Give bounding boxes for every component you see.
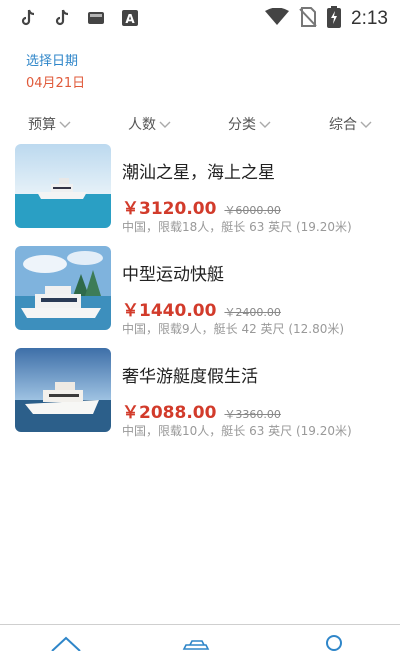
text-a-icon: A xyxy=(120,8,140,28)
tiktok-icon xyxy=(18,8,38,28)
filter-people[interactable]: 人数 xyxy=(128,114,171,134)
status-bar: A 2:13 xyxy=(0,0,400,36)
no-sim-icon xyxy=(299,7,317,31)
list-item[interactable]: 奢华游艇度假生活 ￥2088.00 ￥3360.00 中国，限载10人，艇长 6… xyxy=(0,346,400,438)
chevron-down-icon xyxy=(59,121,71,128)
bottom-nav xyxy=(0,624,400,651)
yacht-photo xyxy=(15,144,111,228)
listing-original-price: ￥3360.00 xyxy=(224,408,281,421)
listing-price: ￥1440.00 xyxy=(122,301,217,321)
filter-bar: 预算 人数 分类 综合 xyxy=(0,114,400,136)
nav-yacht[interactable] xyxy=(176,633,216,651)
clock: 2:13 xyxy=(351,8,388,29)
chevron-down-icon xyxy=(159,121,171,128)
listing-price: ￥2088.00 xyxy=(122,403,217,423)
battery-charging-icon xyxy=(327,6,342,32)
nav-home[interactable] xyxy=(46,633,86,651)
listing-meta: 中国，限载9人，艇长 42 英尺 (12.80米) xyxy=(122,322,345,336)
filter-label: 综合 xyxy=(329,117,357,133)
listing-meta: 中国，限载18人，艇长 63 英尺 (19.20米) xyxy=(122,220,352,234)
listing-price: ￥3120.00 xyxy=(122,199,217,219)
listing-title: 奢华游艇度假生活 xyxy=(122,367,258,387)
home-icon xyxy=(51,636,81,651)
yacht-icon xyxy=(182,640,210,650)
date-picker[interactable]: 选择日期 04月21日 xyxy=(26,50,85,91)
selected-date: 04月21日 xyxy=(26,76,86,91)
listing-original-price: ￥2400.00 xyxy=(224,306,281,319)
svg-text:A: A xyxy=(125,12,135,26)
listing-title: 潮汕之星，海上之星 xyxy=(122,163,275,183)
filter-label: 预算 xyxy=(28,117,56,133)
wifi-icon xyxy=(265,7,290,30)
filter-label: 分类 xyxy=(228,117,256,133)
listing-meta: 中国，限载10人，艇长 63 英尺 (19.20米) xyxy=(122,424,352,438)
nav-profile[interactable] xyxy=(314,633,354,651)
filter-budget[interactable]: 预算 xyxy=(28,114,71,134)
chevron-down-icon xyxy=(259,121,271,128)
filter-category[interactable]: 分类 xyxy=(228,114,271,134)
list-item[interactable]: 中型运动快艇 ￥1440.00 ￥2400.00 中国，限载9人，艇长 42 英… xyxy=(0,244,400,336)
yacht-photo xyxy=(15,348,111,432)
list-item[interactable]: 潮汕之星，海上之星 ￥3120.00 ￥6000.00 中国，限载18人，艇长 … xyxy=(0,142,400,234)
tiktok-icon xyxy=(52,8,72,28)
gallery-icon xyxy=(86,8,106,28)
listing-original-price: ￥6000.00 xyxy=(224,204,281,217)
filter-sort[interactable]: 综合 xyxy=(329,114,372,134)
profile-icon xyxy=(326,635,342,651)
chevron-down-icon xyxy=(360,121,372,128)
listing-title: 中型运动快艇 xyxy=(122,265,224,285)
date-picker-label: 选择日期 xyxy=(26,54,79,69)
filter-label: 人数 xyxy=(128,117,156,133)
yacht-photo xyxy=(15,246,111,330)
